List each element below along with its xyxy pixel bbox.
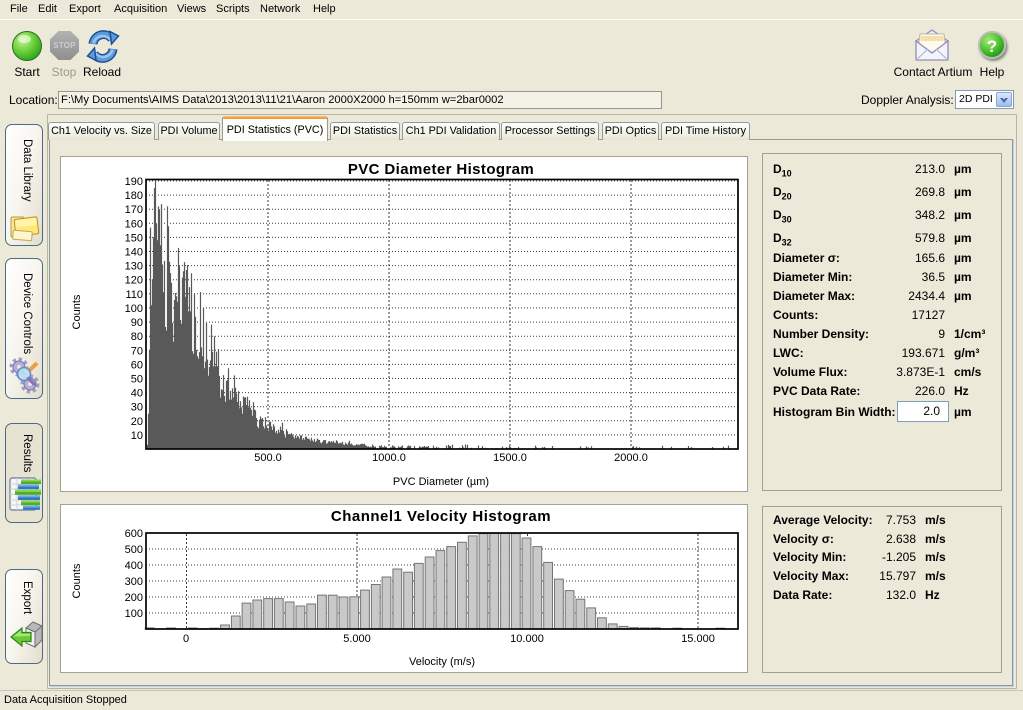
svg-text:400: 400 — [125, 560, 143, 572]
svg-text:190: 190 — [125, 176, 143, 188]
svg-text:100: 100 — [125, 303, 143, 315]
svg-text:200: 200 — [125, 592, 143, 604]
svg-text:180: 180 — [125, 190, 143, 202]
svg-text:Velocity (m/s): Velocity (m/s) — [409, 656, 475, 668]
svg-text:0: 0 — [183, 633, 189, 645]
svg-text:90: 90 — [131, 317, 143, 329]
svg-text:170: 170 — [125, 204, 143, 216]
svg-text:160: 160 — [125, 218, 143, 230]
svg-text:10: 10 — [131, 430, 143, 442]
svg-text:80: 80 — [131, 331, 143, 343]
svg-text:100: 100 — [125, 608, 143, 620]
svg-text:500.0: 500.0 — [254, 452, 282, 464]
svg-text:PVC Diameter Histogram: PVC Diameter Histogram — [348, 161, 534, 178]
svg-text:Counts: Counts — [71, 294, 83, 329]
svg-text:30: 30 — [131, 402, 143, 414]
svg-text:500: 500 — [125, 544, 143, 556]
svg-text:Counts: Counts — [71, 563, 83, 598]
svg-text:130: 130 — [125, 261, 143, 273]
svg-text:120: 120 — [125, 275, 143, 287]
svg-text:50: 50 — [131, 374, 143, 386]
svg-text:70: 70 — [131, 345, 143, 357]
svg-text:1500.0: 1500.0 — [493, 452, 527, 464]
svg-text:PVC Diameter (µm): PVC Diameter (µm) — [393, 476, 489, 488]
svg-text:600: 600 — [125, 528, 143, 540]
svg-text:150: 150 — [125, 232, 143, 244]
svg-text:110: 110 — [125, 289, 143, 301]
svg-text:20: 20 — [131, 416, 143, 428]
svg-text:1000.0: 1000.0 — [372, 452, 406, 464]
svg-text:10.000: 10.000 — [510, 633, 544, 645]
svg-text:2000.0: 2000.0 — [614, 452, 648, 464]
svg-text:5.000: 5.000 — [343, 633, 371, 645]
svg-text:40: 40 — [131, 388, 143, 400]
svg-text:Channel1 Velocity Histogram: Channel1 Velocity Histogram — [331, 508, 551, 525]
svg-text:15.000: 15.000 — [681, 633, 715, 645]
svg-text:60: 60 — [131, 359, 143, 371]
svg-text:300: 300 — [125, 576, 143, 588]
svg-text:140: 140 — [125, 247, 143, 259]
